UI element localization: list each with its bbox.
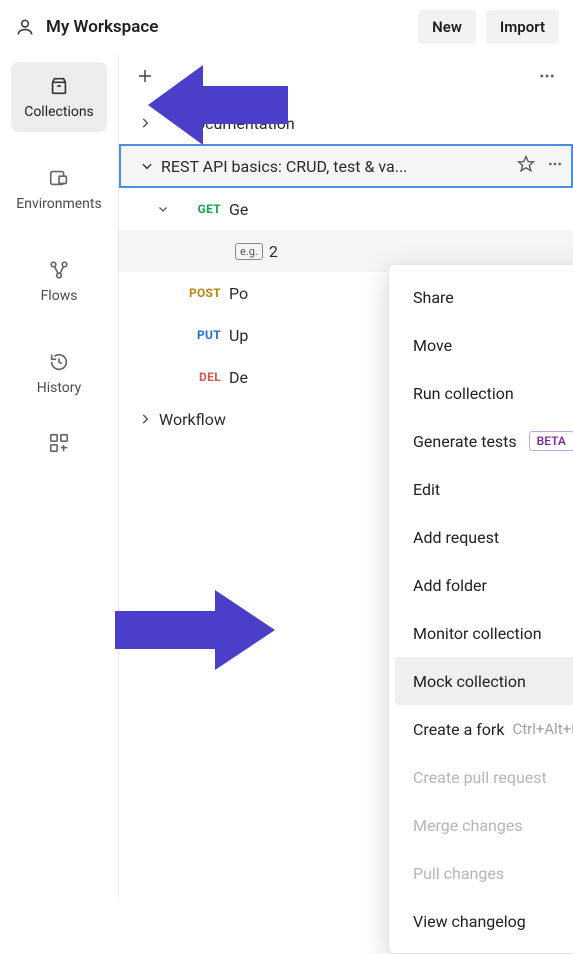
sidebar-item-history[interactable]: History (11, 338, 107, 408)
sidebar-item-label: History (37, 380, 82, 396)
method-badge: PUT (177, 328, 221, 342)
request-label: Up (229, 326, 248, 345)
flows-icon (47, 258, 71, 282)
chevron-down-icon[interactable] (133, 159, 161, 173)
menu-item-edit[interactable]: Edit (395, 465, 573, 513)
annotation-arrow-left (148, 60, 288, 150)
sidebar-more-icon[interactable] (48, 432, 70, 458)
env-icon (47, 166, 71, 190)
beta-badge: BETA (529, 431, 573, 451)
annotation-arrow-right (115, 585, 275, 675)
new-button[interactable]: New (418, 10, 476, 44)
menu-item-add-request[interactable]: Add request (395, 513, 573, 561)
menu-list: Share Move Run collection Generate tests… (389, 273, 573, 945)
method-badge: GET (177, 202, 221, 216)
box-icon (47, 74, 71, 98)
main-panel: documentation REST API basics: CRUD, tes… (118, 54, 573, 897)
menu-item-create-pull-request: Create pull request (395, 753, 573, 801)
example-badge-icon: e.g. (235, 243, 263, 260)
menu-item-view-changelog[interactable]: View changelog (395, 897, 573, 945)
menu-item-create-fork[interactable]: Create a forkCtrl+Alt+F (395, 705, 573, 753)
example-label: 2 (269, 242, 278, 261)
left-sidebar: Collections Environments Flows History (0, 54, 118, 897)
menu-item-add-folder[interactable]: Add folder (395, 561, 573, 609)
import-button[interactable]: Import (486, 10, 559, 44)
user-icon (14, 16, 36, 38)
sidebar-item-flows[interactable]: Flows (11, 246, 107, 316)
menu-item-pull-changes: Pull changes (395, 849, 573, 897)
more-options-icon[interactable] (529, 58, 565, 94)
chevron-down-icon[interactable] (149, 203, 177, 215)
request-label: Ge (229, 200, 248, 219)
shortcut-label: Ctrl+Alt+F (512, 720, 573, 738)
context-menu: Share Move Run collection Generate tests… (388, 264, 573, 954)
menu-item-move[interactable]: Move (395, 321, 573, 369)
top-bar: My Workspace New Import (0, 0, 573, 54)
sidebar-item-label: Collections (24, 104, 94, 120)
history-icon (47, 350, 71, 374)
method-badge: POST (177, 286, 221, 300)
sidebar-item-collections[interactable]: Collections (11, 62, 107, 132)
collection-label: Workflow (159, 410, 226, 429)
method-badge: DEL (177, 370, 221, 384)
sidebar-item-label: Flows (41, 288, 78, 304)
request-label: Po (229, 284, 248, 303)
star-icon[interactable] (513, 151, 539, 181)
menu-item-mock-collection[interactable]: Mock collection (395, 657, 573, 705)
workspace-title[interactable]: My Workspace (46, 17, 408, 37)
menu-item-merge-changes: Merge changes (395, 801, 573, 849)
collection-item-selected[interactable]: REST API basics: CRUD, test & va... (119, 144, 573, 188)
menu-item-generate-tests[interactable]: Generate testsBETA (395, 417, 573, 465)
sidebar-item-label: Environments (16, 196, 101, 212)
request-item[interactable]: GET Ge (119, 188, 573, 230)
collection-label: REST API basics: CRUD, test & va... (161, 157, 407, 176)
menu-item-run-collection[interactable]: Run collection (395, 369, 573, 417)
row-more-icon[interactable] (539, 156, 571, 176)
request-label: De (229, 368, 248, 387)
sidebar-item-environments[interactable]: Environments (11, 154, 107, 224)
menu-item-monitor-collection[interactable]: Monitor collection (395, 609, 573, 657)
menu-item-share[interactable]: Share (395, 273, 573, 321)
chevron-right-icon[interactable] (131, 412, 159, 426)
